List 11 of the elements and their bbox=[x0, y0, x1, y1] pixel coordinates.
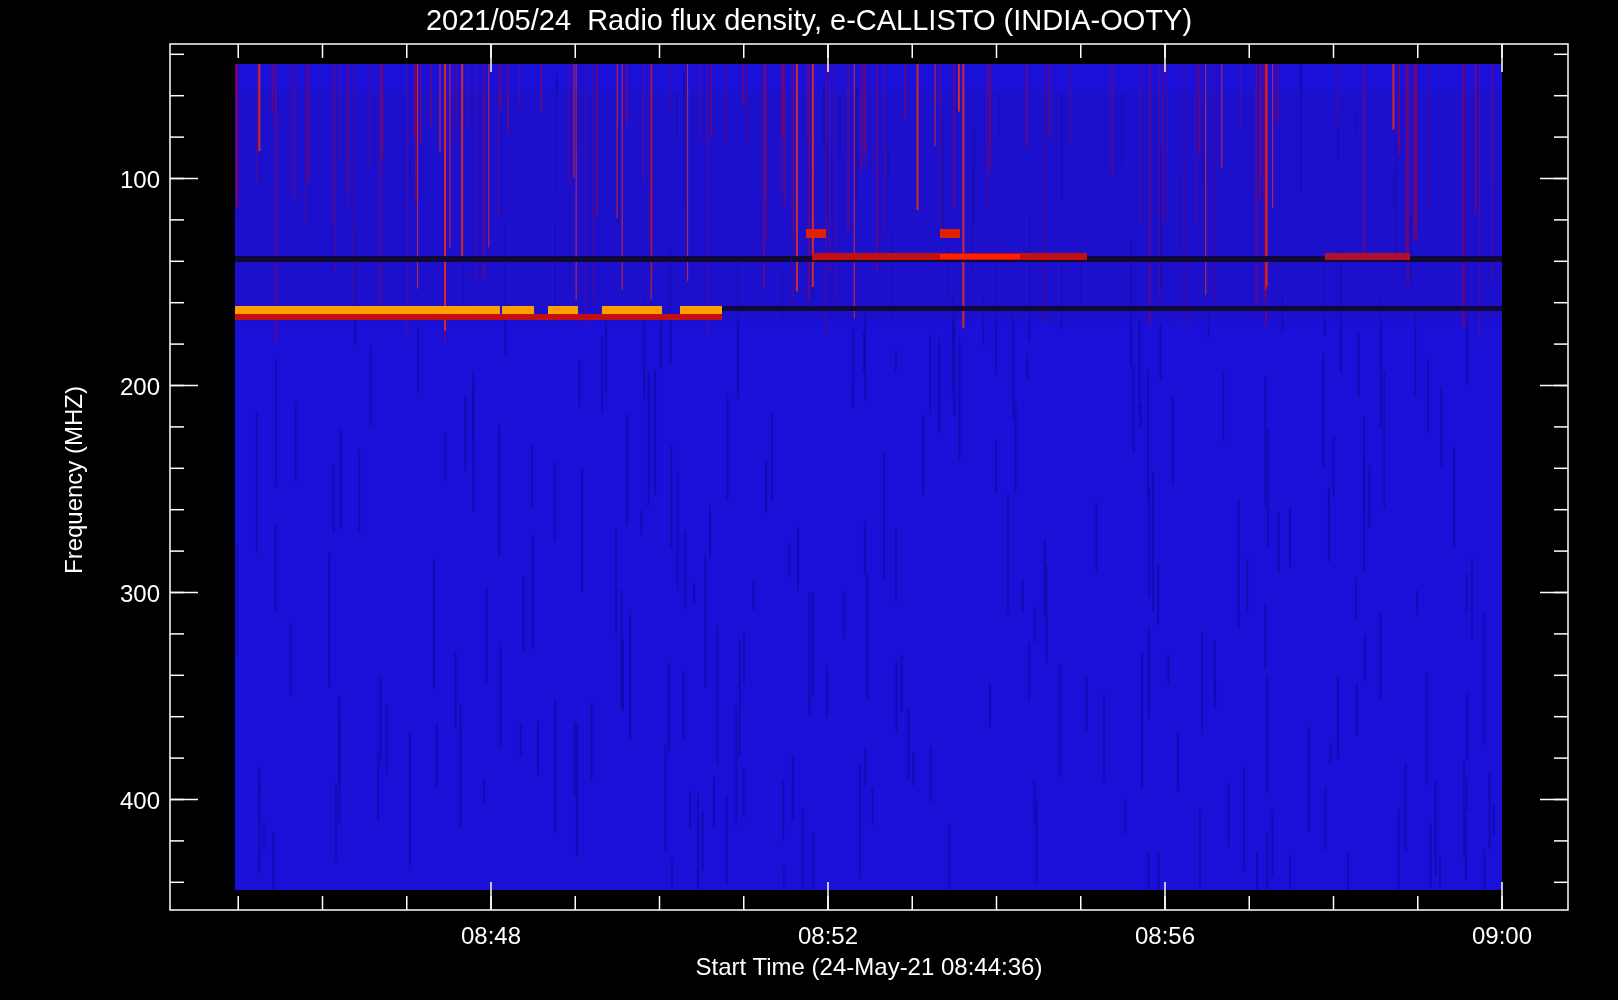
y-tick-label: 100 bbox=[119, 165, 160, 193]
x-tick-label: 08:52 bbox=[797, 922, 859, 949]
x-tick-label: 09:00 bbox=[1471, 922, 1533, 949]
x-tick-label: 08:56 bbox=[1134, 922, 1196, 949]
x-axis-label: Start Time (24-May-21 08:44:36) bbox=[695, 953, 1043, 980]
y-tick-label: 300 bbox=[119, 579, 160, 607]
x-tick-label: 08:48 bbox=[460, 922, 522, 949]
y-tick-label: 200 bbox=[119, 372, 160, 400]
y-axis-label: Frequency (MHZ) bbox=[60, 386, 87, 574]
y-tick-label: 400 bbox=[119, 786, 160, 814]
chart-title: 2021/05/24 Radio flux density, e-CALLISTO (INDIA-OOTY) bbox=[425, 4, 1193, 36]
